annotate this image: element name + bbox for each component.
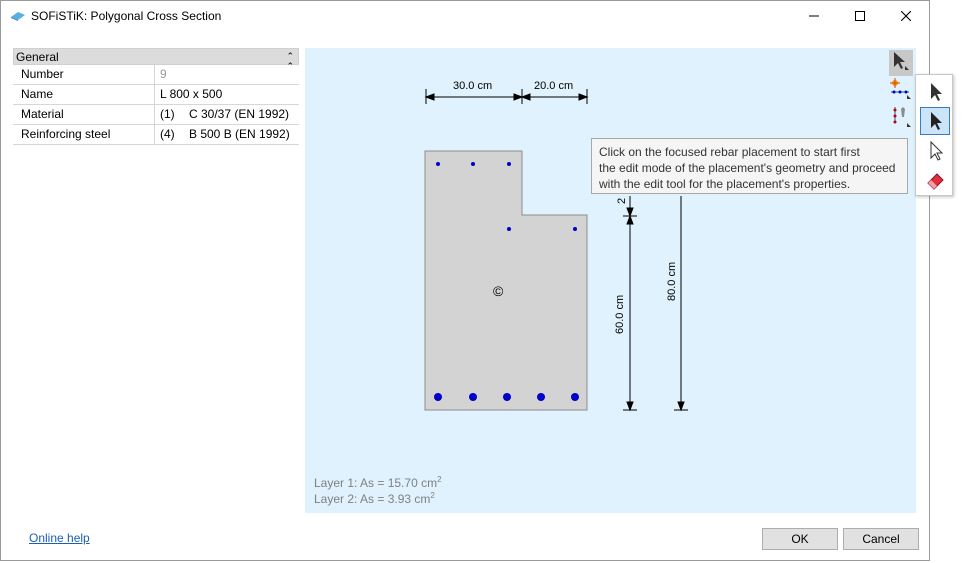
maximize-icon	[855, 11, 865, 21]
flyout-select-button[interactable]	[920, 78, 950, 106]
cancel-button[interactable]: Cancel	[843, 528, 919, 550]
rebar-placement-tool-button[interactable]	[889, 77, 913, 103]
dimension-label-small: 2	[616, 197, 628, 204]
rebar-placement-icon	[890, 78, 911, 99]
flyout-eraser-button[interactable]	[920, 166, 950, 194]
edit-geometry-arrow-icon	[931, 112, 942, 130]
minimize-button[interactable]	[791, 1, 837, 31]
rebar-properties-tool-button[interactable]	[889, 105, 913, 131]
rebar[interactable]	[507, 162, 511, 166]
rebar[interactable]	[573, 227, 577, 231]
property-row-material[interactable]: Material (1) C 30/37 (EN 1992)	[13, 105, 299, 125]
tool-flyout	[915, 74, 953, 196]
layer-1-text: Layer 1: As = 15.70 cm	[314, 476, 438, 490]
centroid-icon: ©	[493, 283, 504, 299]
rebar[interactable]	[471, 162, 475, 166]
material-label: C 30/37 (EN 1992)	[189, 107, 290, 121]
property-value-reinforcing-steel[interactable]: (4) B 500 B (EN 1992)	[156, 125, 290, 144]
property-group-label: General	[16, 50, 59, 64]
dialog-window: SOFiSTiK: Polygonal Cross Section Genera…	[0, 0, 930, 561]
cross-section-drawing	[424, 89, 688, 412]
property-row-name[interactable]: Name L 800 x 500	[13, 85, 299, 105]
drawing-canvas[interactable]: 30.0 cm 20.0 cm 2 60.0 cm 80.0 cm © Laye…	[305, 48, 916, 513]
layer-1-info: Layer 1: As = 15.70 cm2	[314, 475, 442, 490]
property-name: Material	[13, 105, 155, 124]
rebar[interactable]	[434, 393, 442, 401]
steel-label: B 500 B (EN 1992)	[189, 127, 290, 141]
rebar[interactable]	[507, 227, 511, 231]
minimize-icon	[809, 15, 819, 17]
tooltip-line: the edit mode of the placement's geometr…	[599, 161, 896, 175]
steel-code: (4)	[160, 127, 175, 141]
layer-2-text: Layer 2: As = 3.93 cm	[314, 492, 431, 506]
property-row-number[interactable]: Number 9	[13, 65, 299, 85]
dimension-label-80: 80.0 cm	[666, 261, 678, 301]
tooltip-line: with the edit tool for the placement's p…	[599, 177, 851, 191]
rebar[interactable]	[469, 393, 477, 401]
property-group-general[interactable]: General ⌃ ⌃	[13, 48, 299, 71]
property-value-material[interactable]: (1) C 30/37 (EN 1992)	[156, 105, 289, 124]
online-help-link[interactable]: Online help	[29, 531, 90, 545]
select-arrow-icon	[894, 52, 909, 70]
rebar[interactable]	[571, 393, 579, 401]
layer-2-exponent: 2	[430, 491, 435, 500]
window-title: SOFiSTiK: Polygonal Cross Section	[31, 9, 222, 23]
cross-section-polygon[interactable]	[424, 150, 588, 411]
property-name: Name	[13, 85, 155, 104]
property-grid: General ⌃ ⌃ Number 9 Name L 800 x 500 Mat…	[13, 48, 299, 145]
sofistik-logo-icon	[11, 12, 25, 21]
layer-2-info: Layer 2: As = 3.93 cm2	[314, 491, 435, 506]
select-arrow-icon	[931, 83, 942, 101]
ok-button[interactable]: OK	[762, 528, 838, 550]
dimension-label-60: 60.0 cm	[614, 294, 626, 334]
flyout-edit-geometry-button[interactable]	[920, 107, 950, 135]
material-code: (1)	[160, 107, 175, 121]
close-button[interactable]	[883, 1, 929, 31]
rebar[interactable]	[436, 162, 440, 166]
dimension-label-top-right: 20.0 cm	[534, 80, 574, 92]
property-value-name[interactable]: L 800 x 500	[156, 85, 222, 104]
dimension-vertical	[623, 196, 688, 412]
rebar-properties-icon	[893, 107, 911, 127]
select-tool-button[interactable]	[889, 50, 913, 76]
flyout-edit-properties-button[interactable]	[920, 137, 950, 165]
maximize-button[interactable]	[837, 1, 883, 31]
close-icon	[901, 11, 911, 21]
dimension-label-top-left: 30.0 cm	[453, 80, 493, 92]
property-row-reinforcing-steel[interactable]: Reinforcing steel (4) B 500 B (EN 1992)	[13, 125, 299, 145]
edit-properties-arrow-icon	[930, 140, 944, 161]
tooltip: Click on the focused rebar placement to …	[591, 138, 908, 194]
rebar[interactable]	[503, 393, 511, 401]
property-name: Reinforcing steel	[13, 125, 155, 144]
property-value-number: 9	[160, 67, 167, 81]
tooltip-line: Click on the focused rebar placement to …	[599, 145, 860, 159]
property-name: Number	[13, 65, 155, 84]
title-bar: SOFiSTiK: Polygonal Cross Section	[1, 1, 929, 31]
rebar[interactable]	[537, 393, 545, 401]
eraser-icon	[927, 173, 944, 190]
layer-1-exponent: 2	[437, 475, 442, 484]
